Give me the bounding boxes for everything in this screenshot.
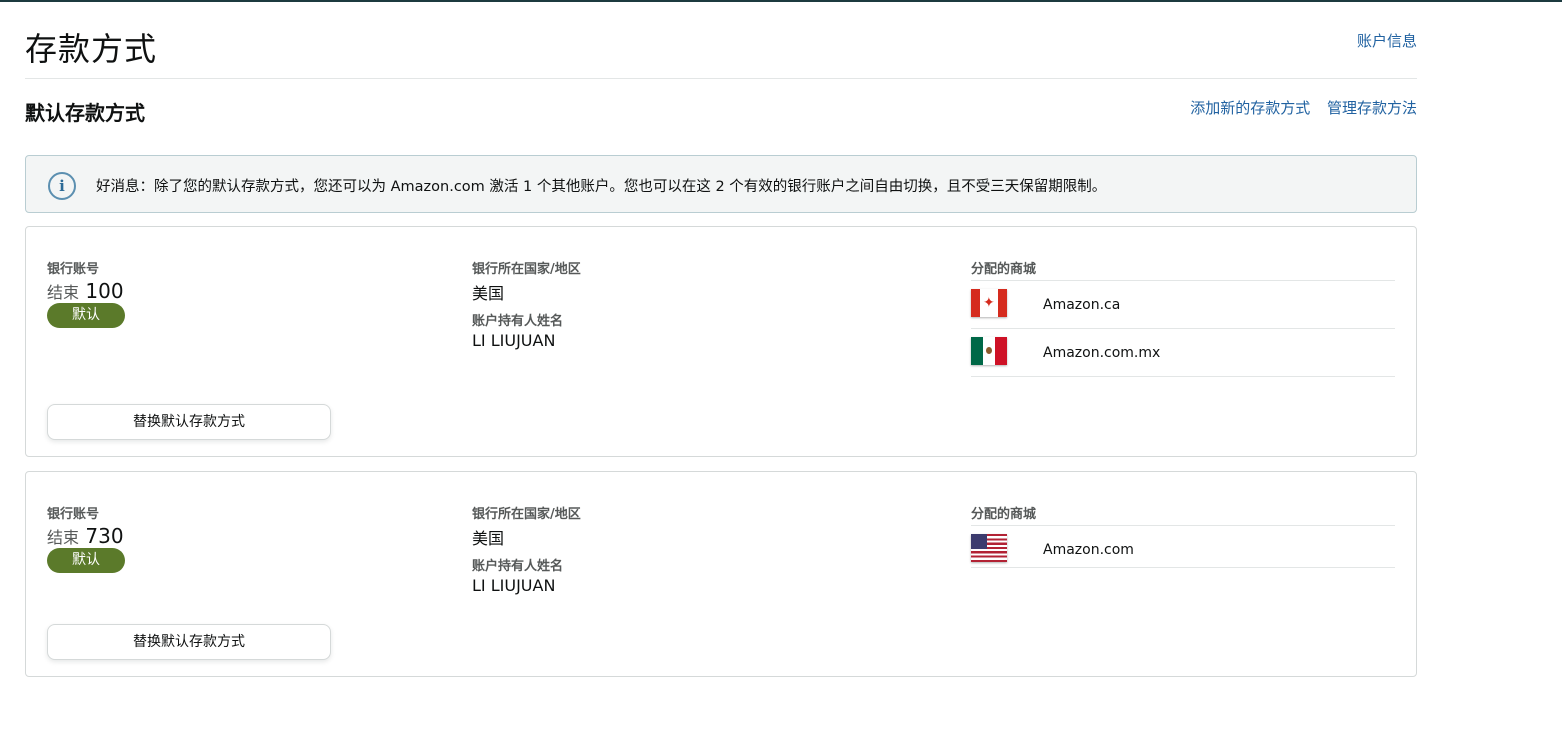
page-container: 存款方式 账户信息 默认存款方式 添加新的存款方式 管理存款方法 i 好消息：除… [25, 0, 1417, 677]
account-ending: 结束 730 [47, 524, 124, 548]
default-badge: 默认 [47, 548, 125, 573]
holder-name-label: 账户持有人姓名 [472, 559, 564, 574]
holder-name-value: LI LIUJUAN [472, 576, 556, 595]
marketplace-row: ✦ Amazon.ca [971, 281, 1395, 329]
replace-default-button[interactable]: 替换默认存款方式 [47, 404, 331, 440]
marketplaces-label: 分配的商城 [971, 258, 1395, 281]
page-header: 存款方式 账户信息 [25, 0, 1417, 79]
page-title: 存款方式 [25, 30, 158, 68]
ending-prefix: 结束 [47, 283, 80, 302]
section-links: 添加新的存款方式 管理存款方法 [1178, 97, 1417, 118]
bank-account-label: 银行账号 [47, 262, 100, 277]
mexico-flag-icon [971, 337, 1007, 365]
marketplaces-label: 分配的商城 [971, 503, 1395, 526]
holder-name-value: LI LIUJUAN [472, 331, 556, 350]
info-alert: i 好消息：除了您的默认存款方式，您还可以为 Amazon.com 激活 1 个… [25, 155, 1417, 213]
bank-country-label: 银行所在国家/地区 [472, 262, 581, 277]
ending-digits: 730 [85, 524, 124, 548]
deposit-account-card: 银行账号 结束 730 默认 银行所在国家/地区 美国 账户持有人姓名 LI L… [25, 471, 1417, 677]
bank-country-value: 美国 [472, 284, 505, 303]
info-message: 好消息：除了您的默认存款方式，您还可以为 Amazon.com 激活 1 个其他… [96, 179, 1107, 195]
usa-flag-icon [971, 534, 1007, 562]
ending-digits: 100 [85, 279, 124, 303]
account-info-link[interactable]: 账户信息 [1357, 30, 1417, 51]
section-header: 默认存款方式 添加新的存款方式 管理存款方法 [25, 79, 1417, 155]
ending-prefix: 结束 [47, 528, 80, 547]
add-deposit-method-link[interactable]: 添加新的存款方式 [1190, 99, 1310, 117]
marketplaces-section: 分配的商城 Amazon.com [971, 503, 1395, 568]
marketplaces-section: 分配的商城 ✦ Amazon.ca Amazon.com.mx [971, 258, 1395, 377]
bank-account-label: 银行账号 [47, 507, 100, 522]
marketplace-row: Amazon.com.mx [971, 329, 1395, 377]
marketplace-name: Amazon.com.mx [1043, 345, 1161, 361]
deposit-account-card: 银行账号 结束 100 默认 银行所在国家/地区 美国 账户持有人姓名 LI L… [25, 226, 1417, 457]
section-title: 默认存款方式 [25, 101, 145, 125]
manage-deposit-methods-link[interactable]: 管理存款方法 [1327, 99, 1417, 117]
bank-country-label: 银行所在国家/地区 [472, 507, 581, 522]
replace-default-button[interactable]: 替换默认存款方式 [47, 624, 331, 660]
marketplace-name: Amazon.com [1043, 542, 1134, 558]
bank-country-value: 美国 [472, 529, 505, 548]
marketplace-row: Amazon.com [971, 526, 1395, 568]
info-icon: i [48, 172, 76, 200]
holder-name-label: 账户持有人姓名 [472, 314, 564, 329]
canada-flag-icon: ✦ [971, 289, 1007, 317]
account-ending: 结束 100 [47, 279, 124, 303]
marketplace-name: Amazon.ca [1043, 297, 1121, 313]
default-badge: 默认 [47, 303, 125, 328]
